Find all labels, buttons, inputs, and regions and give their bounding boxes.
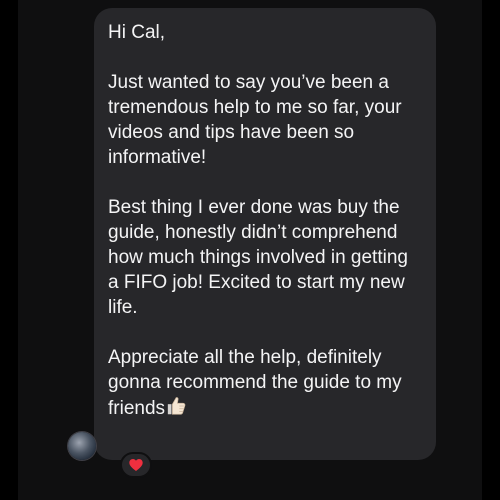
- heart-icon: [129, 459, 143, 471]
- message-paragraph-1: Just wanted to say you’ve been a tremend…: [108, 72, 402, 168]
- screen: Hi Cal, Just wanted to say you’ve been a…: [0, 0, 500, 500]
- message-paragraph-2: Best thing I ever done was buy the guide…: [108, 197, 408, 318]
- thumbs-up-icon: [167, 397, 186, 415]
- chat-thread: Hi Cal, Just wanted to say you’ve been a…: [18, 0, 482, 500]
- message-paragraph-3-text: Appreciate all the help, definitely gonn…: [108, 347, 402, 419]
- heart-reaction[interactable]: [120, 452, 152, 478]
- message-paragraph-3: Appreciate all the help, definitely gonn…: [108, 345, 422, 421]
- message-greeting: Hi Cal,: [108, 22, 166, 43]
- message-bubble[interactable]: Hi Cal, Just wanted to say you’ve been a…: [94, 8, 436, 460]
- avatar[interactable]: [68, 432, 96, 460]
